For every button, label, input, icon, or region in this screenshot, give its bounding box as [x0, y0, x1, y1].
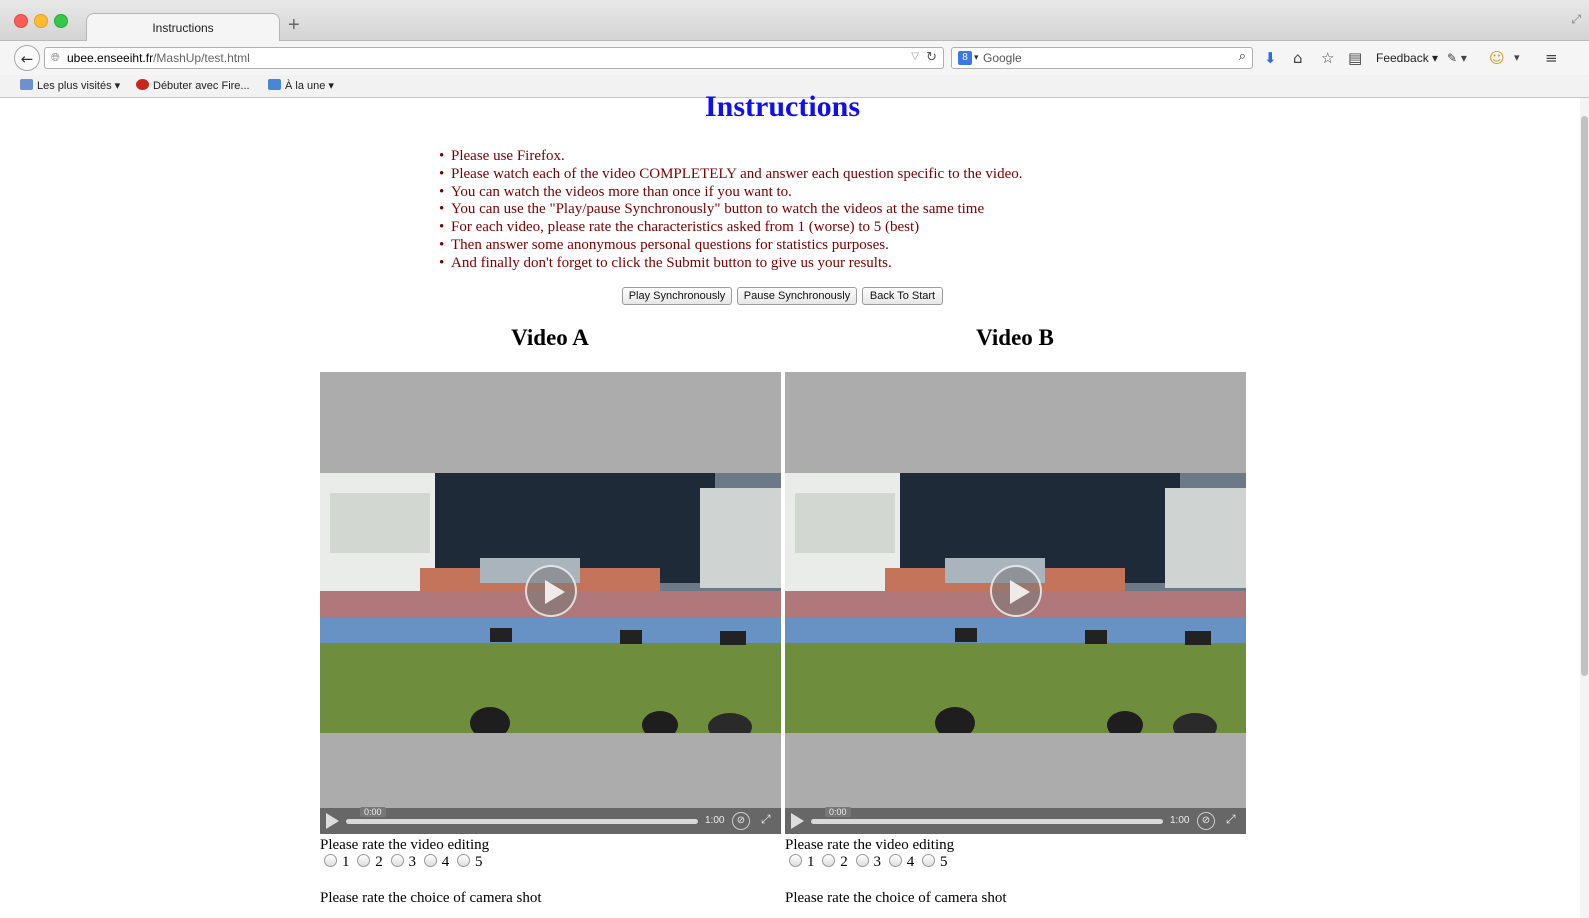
- play-icon[interactable]: [326, 813, 339, 829]
- play-overlay-button[interactable]: [990, 565, 1042, 617]
- rating-option-label: 1: [342, 854, 350, 870]
- persona-dropdown-icon[interactable]: ▾: [1514, 51, 1520, 64]
- mute-icon[interactable]: ⊘: [732, 812, 750, 830]
- firefox-icon: [136, 79, 149, 90]
- instruction-item: Please watch each of the video COMPLETEL…: [439, 166, 1023, 184]
- zoom-window-button[interactable]: [54, 14, 68, 28]
- progress-bar[interactable]: 0:00: [811, 807, 1163, 824]
- rating-radio-2[interactable]: [357, 854, 371, 867]
- tab-title: Instructions: [152, 21, 214, 35]
- rating-radio-4[interactable]: [423, 854, 437, 867]
- fullscreen-icon[interactable]: ⤢: [1571, 12, 1581, 27]
- rating-radio-3[interactable]: [390, 854, 404, 867]
- search-engine-dropdown-icon[interactable]: ▾: [974, 52, 979, 63]
- url-text: ubee.enseeiht.fr/MashUp/test.html: [67, 51, 250, 65]
- rating-option-label: 2: [375, 854, 383, 870]
- home-icon[interactable]: ⌂: [1293, 49, 1303, 67]
- rating-option-label: 4: [441, 854, 450, 870]
- rating-option-label: 3: [873, 854, 882, 870]
- back-arrow-icon: ←: [20, 50, 34, 68]
- download-icon[interactable]: ⬇: [1264, 49, 1277, 67]
- instruction-item: Please use Firefox.: [439, 148, 1023, 166]
- scrollbar-thumb[interactable]: [1581, 116, 1588, 676]
- rating-radio-4[interactable]: [888, 854, 902, 867]
- current-time: 0:00: [825, 807, 851, 817]
- history-dropdown-icon[interactable]: ▽: [911, 51, 919, 62]
- back-to-start-button[interactable]: Back To Start: [862, 287, 943, 305]
- fullscreen-icon[interactable]: ⤢: [761, 812, 771, 827]
- pause-synchronously-button[interactable]: Pause Synchronously: [737, 287, 857, 305]
- rating-radio-3[interactable]: [855, 854, 869, 867]
- navigation-toolbar: ← 🌐︎ ubee.enseeiht.fr/MashUp/test.html ▽…: [0, 41, 1589, 75]
- rating-radio-1[interactable]: [789, 854, 802, 867]
- video-a-player[interactable]: 0:00 1:00 ⊘ ⤢: [320, 372, 781, 834]
- instruction-item: Then answer some anonymous personal ques…: [439, 237, 1023, 255]
- rating-radio-5[interactable]: [922, 854, 935, 867]
- folder-icon: [20, 79, 33, 90]
- play-synchronously-button[interactable]: Play Synchronously: [622, 287, 732, 305]
- rss-feed-icon: [268, 79, 281, 90]
- video-a-question-camera-shot: Please rate the choice of camera shot: [320, 890, 542, 906]
- video-b-question-camera-shot: Please rate the choice of camera shot: [785, 890, 1007, 906]
- url-path: /MashUp/test.html: [153, 51, 250, 65]
- video-b-rating-editing: 1 2 3 4 5: [785, 854, 948, 871]
- feedback-label: Feedback: [1376, 51, 1429, 65]
- instruction-item: You can use the "Play/pause Synchronousl…: [439, 201, 1023, 219]
- video-b-heading: Video B: [976, 325, 1054, 350]
- rating-radio-2[interactable]: [822, 854, 836, 867]
- instruction-item: And finally don't forget to click the Su…: [439, 255, 1023, 273]
- window-titlebar: Instructions + ⤢: [0, 0, 1589, 41]
- address-bar[interactable]: 🌐︎ ubee.enseeiht.fr/MashUp/test.html ▽ ↻: [44, 47, 944, 69]
- search-placeholder: Google: [983, 51, 1022, 65]
- duration: 1:00: [705, 815, 725, 826]
- google-icon[interactable]: 8: [958, 51, 972, 65]
- rating-option-label: 4: [906, 854, 915, 870]
- instructions-list: Please use Firefox. Please watch each of…: [439, 148, 1023, 273]
- video-controls: 0:00 1:00 ⊘ ⤢: [320, 807, 781, 834]
- rating-option-label: 5: [475, 854, 483, 870]
- page-scrollbar[interactable]: [1580, 98, 1589, 918]
- bookmark-star-icon[interactable]: ☆: [1321, 49, 1334, 67]
- bookmarks-menu-icon[interactable]: ▤: [1348, 49, 1362, 67]
- video-a-question-editing: Please rate the video editing: [320, 837, 490, 853]
- video-a-heading: Video A: [511, 325, 589, 350]
- rating-option-label: 2: [840, 854, 848, 870]
- search-box[interactable]: 8 ▾ Google ⌕: [951, 47, 1253, 69]
- rating-radio-5[interactable]: [457, 854, 470, 867]
- mute-icon[interactable]: ⊘: [1197, 812, 1215, 830]
- rating-option-label: 1: [807, 854, 815, 870]
- close-window-button[interactable]: [14, 14, 28, 28]
- duration: 1:00: [1170, 815, 1190, 826]
- video-controls: 0:00 1:00 ⊘ ⤢: [785, 807, 1246, 834]
- current-time: 0:00: [360, 807, 386, 817]
- rating-option-label: 5: [940, 854, 948, 870]
- play-icon[interactable]: [791, 813, 804, 829]
- instruction-item: For each video, please rate the characte…: [439, 219, 1023, 237]
- page-title: Instructions: [704, 90, 861, 123]
- video-a-rating-editing: 1 2 3 4 5: [320, 854, 483, 871]
- addon-icon[interactable]: ✎ ▾: [1447, 51, 1467, 65]
- fullscreen-icon[interactable]: ⤢: [1226, 812, 1236, 827]
- rating-radio-1[interactable]: [324, 854, 337, 867]
- search-icon[interactable]: ⌕: [1239, 49, 1246, 64]
- instruction-item: You can watch the videos more than once …: [439, 184, 1023, 202]
- play-overlay-button[interactable]: [525, 565, 577, 617]
- persona-icon[interactable]: ☺: [1489, 49, 1505, 67]
- browser-tab[interactable]: Instructions: [86, 13, 280, 41]
- menu-icon[interactable]: ≡: [1545, 49, 1558, 67]
- play-icon: [545, 580, 565, 604]
- progress-bar[interactable]: 0:00: [346, 807, 698, 824]
- url-host: ubee.enseeiht.fr: [67, 51, 154, 65]
- video-b-question-editing: Please rate the video editing: [785, 837, 955, 853]
- video-b-player[interactable]: 0:00 1:00 ⊘ ⤢: [785, 372, 1246, 834]
- back-button[interactable]: ←: [14, 45, 40, 71]
- globe-icon: 🌐︎: [51, 51, 60, 64]
- rating-option-label: 3: [408, 854, 417, 870]
- play-icon: [1010, 580, 1030, 604]
- reload-icon[interactable]: ↻: [926, 50, 937, 65]
- new-tab-icon[interactable]: +: [288, 14, 300, 37]
- minimize-window-button[interactable]: [34, 14, 48, 28]
- feedback-menu[interactable]: Feedback ▾: [1376, 51, 1438, 65]
